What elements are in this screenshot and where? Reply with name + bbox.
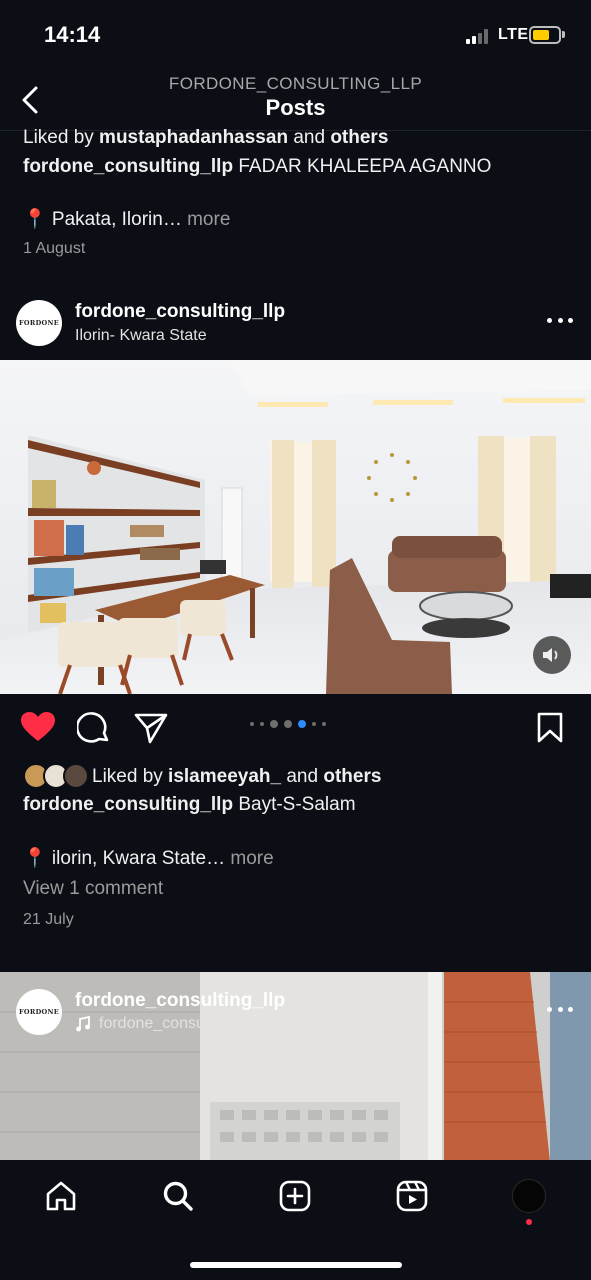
tab-reels[interactable]: [394, 1178, 430, 1214]
battery-icon: [529, 26, 561, 44]
post-image[interactable]: [0, 360, 591, 694]
save-button[interactable]: [536, 712, 564, 744]
post-date: 21 July: [23, 911, 74, 928]
comment-icon: [75, 712, 109, 743]
carousel-dot: [270, 720, 278, 728]
page-title: Posts: [265, 95, 326, 120]
post-likes: Liked by islameeyah_ and others: [92, 766, 381, 788]
send-icon: [134, 713, 168, 744]
likes-prefix: Liked by: [92, 766, 169, 787]
home-icon: [46, 1181, 76, 1211]
network-type: LTE: [498, 26, 529, 43]
liked-user-link[interactable]: islameeyah_: [168, 766, 281, 787]
share-button[interactable]: [134, 712, 168, 744]
next-post-audio[interactable]: fordone_consulting_llp · Original audio: [75, 1015, 372, 1033]
avatar-logo-text: FORDONE: [19, 1008, 59, 1016]
heart-icon: [21, 712, 55, 741]
likes-and: and: [281, 766, 324, 787]
carousel-dot: [322, 722, 326, 726]
like-button[interactable]: [20, 711, 56, 745]
comment-button[interactable]: [75, 711, 111, 745]
account-name: FORDONE_CONSULTING_LLP: [168, 74, 423, 93]
carousel-indicator: [250, 720, 326, 728]
prev-post-caption: fordone_consulting_llp FADAR KHALEEPA AG…: [23, 156, 491, 178]
caption-text: FADAR KHALEEPA AGANNO: [233, 156, 492, 177]
carousel-dot: [284, 720, 292, 728]
speaker-icon: [543, 648, 558, 662]
prev-post-location-line: 📍 Pakata, Ilorin… more: [23, 207, 230, 231]
more-link[interactable]: more: [182, 209, 230, 230]
view-comments-link[interactable]: View 1 comment: [23, 878, 163, 900]
carousel-dot: [260, 722, 264, 726]
post-avatar[interactable]: FORDONE: [16, 300, 62, 346]
caption-location: 📍 Pakata, Ilorin…: [23, 209, 182, 230]
notification-dot: [526, 1219, 532, 1225]
next-post-avatar[interactable]: FORDONE: [16, 989, 62, 1035]
carousel-dot: [250, 722, 254, 726]
signal-icon: [466, 29, 488, 44]
tab-search[interactable]: [160, 1178, 196, 1214]
more-dots-icon[interactable]: [547, 1007, 573, 1015]
plus-square-icon: [279, 1180, 311, 1212]
carousel-dot-active: [298, 720, 306, 728]
more-dots-icon[interactable]: [547, 318, 573, 326]
caption-username[interactable]: fordone_consulting_llp: [23, 794, 233, 815]
tab-profile[interactable]: [512, 1179, 546, 1213]
search-icon: [163, 1181, 193, 1211]
bookmark-icon: [537, 712, 563, 743]
reels-icon: [396, 1180, 428, 1212]
tab-home[interactable]: [43, 1178, 79, 1214]
liked-by-avatars[interactable]: [23, 763, 89, 789]
battery-tip: [562, 31, 565, 38]
more-link[interactable]: more: [225, 848, 273, 869]
post-caption-location-line: 📍 ilorin, Kwara State… more: [23, 846, 274, 870]
carousel-dot: [312, 722, 316, 726]
status-time: 14:14: [44, 22, 101, 47]
liker-avatar: [63, 763, 89, 789]
prev-post-date: 1 August: [23, 240, 86, 257]
home-indicator[interactable]: [190, 1262, 402, 1268]
likes-and: and: [288, 127, 331, 148]
post-location[interactable]: Ilorin- Kwara State: [75, 327, 207, 345]
next-post-username[interactable]: fordone_consulting_llp: [75, 990, 285, 1012]
liked-others-link[interactable]: others: [330, 127, 388, 148]
post-username[interactable]: fordone_consulting_llp: [75, 301, 285, 323]
music-note-icon: [76, 1016, 90, 1032]
caption-text: Bayt-S-Salam: [233, 794, 356, 815]
tab-create[interactable]: [277, 1178, 313, 1214]
mute-button[interactable]: [533, 636, 571, 674]
caption-username[interactable]: fordone_consulting_llp: [23, 156, 233, 177]
prev-post-likes: Liked by mustaphadanhassan and others: [23, 127, 388, 149]
audio-label: fordone_consulting_llp · Original audio: [99, 1015, 373, 1032]
living-room-photo: [0, 360, 591, 694]
avatar-logo-text: FORDONE: [19, 319, 59, 327]
liked-user-link[interactable]: mustaphadanhassan: [99, 127, 288, 148]
caption-location: 📍 ilorin, Kwara State…: [23, 848, 226, 869]
post-caption: fordone_consulting_llp Bayt-S-Salam: [23, 794, 356, 816]
likes-prefix: Liked by: [23, 127, 100, 148]
liked-others-link[interactable]: others: [323, 766, 381, 787]
